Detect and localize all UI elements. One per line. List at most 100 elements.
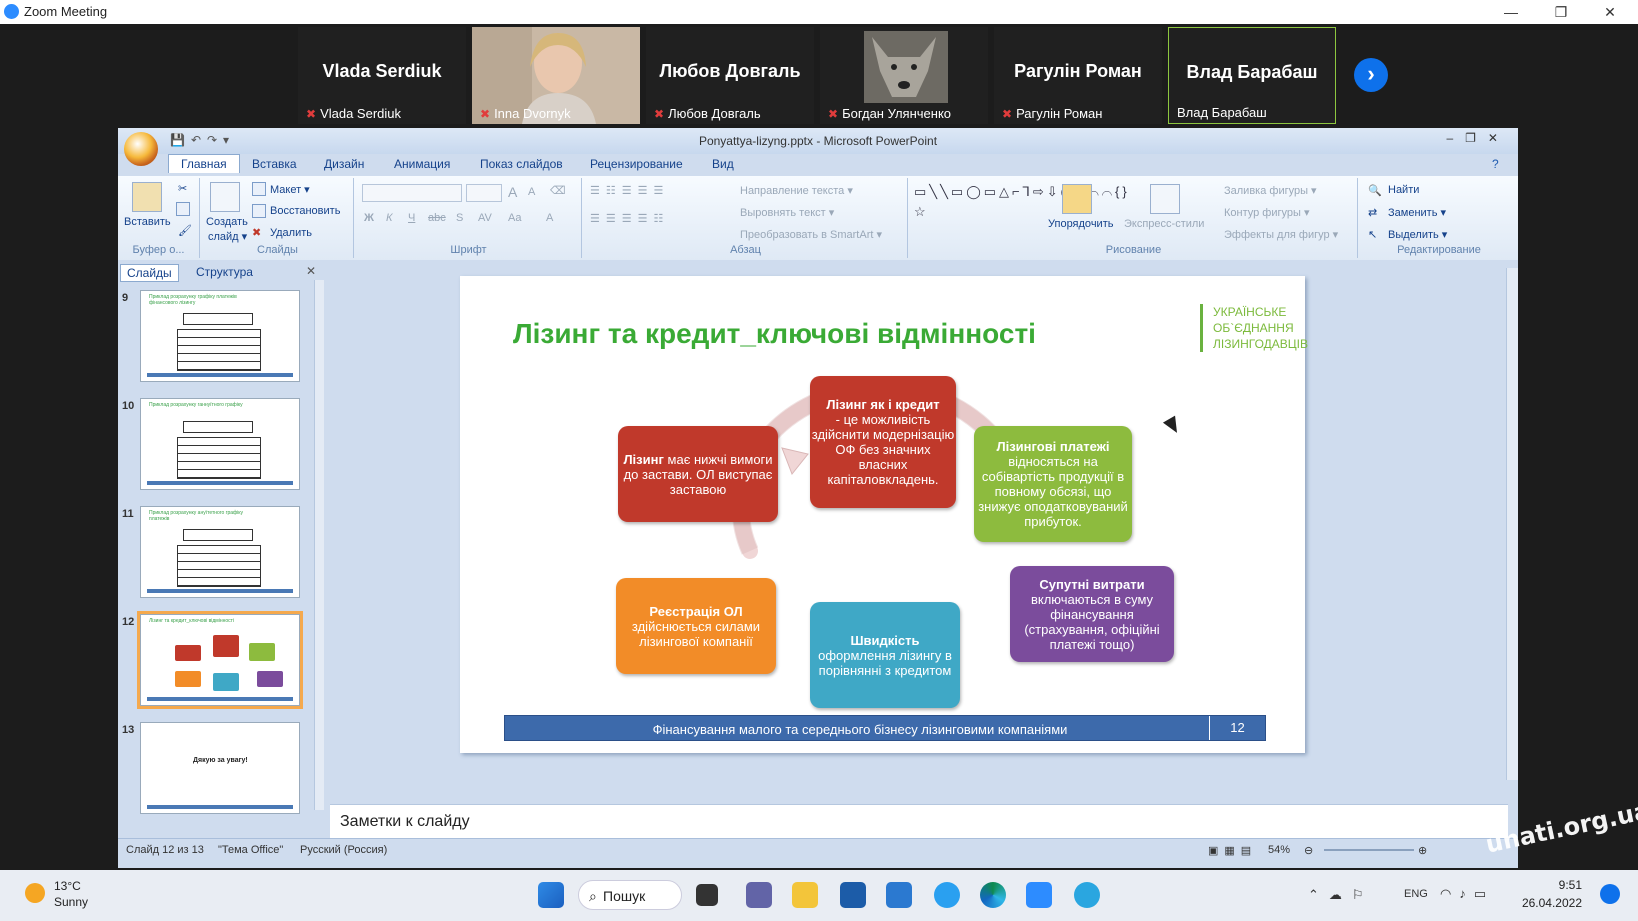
box-leasing-payments: Лізингові платежі відносяться на собіварт… (974, 426, 1132, 542)
app-icon[interactable] (886, 882, 912, 908)
zoom-slider[interactable] (1324, 849, 1414, 851)
list-buttons[interactable]: ☰☷☰☰☰ (590, 184, 669, 197)
tab-slides[interactable]: Слайды (120, 264, 179, 282)
tab-animation[interactable]: Анимация (394, 157, 450, 171)
shrink-font-icon[interactable]: A (528, 186, 535, 198)
new-slide-dropdown[interactable]: слайд ▾ (208, 230, 247, 243)
paste-icon[interactable] (132, 182, 162, 212)
slide-thumbnail[interactable]: Приклад розрахунку ганнуїтного графіку (140, 398, 300, 490)
file-explorer-icon[interactable] (792, 882, 818, 908)
arrange-icon[interactable] (1062, 184, 1092, 214)
spacing-button[interactable]: AV (478, 212, 492, 224)
participant-tile[interactable]: Vlada Serdiuk ✖ Vlada Serdiuk (298, 27, 466, 124)
participant-tile[interactable]: Рагулін Роман ✖ Рагулін Роман (994, 27, 1162, 124)
shadow-button[interactable]: S (456, 212, 463, 224)
quick-styles-icon[interactable] (1150, 184, 1180, 214)
find-button[interactable]: Найти (1388, 184, 1419, 196)
slide-thumbnail-selected[interactable]: Лізинг та кредит_ключові відмінності (137, 611, 303, 709)
tab-review[interactable]: Рецензирование (590, 157, 683, 171)
italic-button[interactable]: К (386, 212, 392, 224)
quick-styles-button[interactable]: Экспресс-стили (1124, 218, 1204, 230)
strike-button[interactable]: abc (428, 212, 446, 224)
status-theme: "Тема Office" (218, 844, 284, 856)
layout-button[interactable]: Макет ▾ (270, 183, 310, 196)
shape-fill-button[interactable]: Заливка фигуры ▾ (1224, 184, 1317, 197)
zoom-level[interactable]: 54% (1268, 844, 1290, 856)
arrange-button[interactable]: Упорядочить (1048, 218, 1113, 230)
shape-effects-button[interactable]: Эффекты для фигур ▾ (1224, 228, 1338, 241)
slide-thumbnail[interactable]: Приклад розрахунку ануїтетного графіку п… (140, 506, 300, 598)
task-view-icon[interactable] (696, 884, 718, 906)
store-icon[interactable] (840, 882, 866, 908)
slide-thumbnail[interactable]: Дякую за увагу! (140, 722, 300, 814)
tab-view[interactable]: Вид (712, 157, 734, 171)
align-text-button[interactable]: Выровнять текст ▾ (740, 206, 834, 219)
office-button-icon[interactable] (124, 132, 158, 166)
smartart-button[interactable]: Преобразовать в SmartArt ▾ (740, 228, 882, 241)
zoom-in-icon[interactable]: ⊕ (1418, 844, 1427, 857)
bold-button[interactable]: Ж (364, 212, 374, 224)
help-icon[interactable]: ? (1492, 157, 1499, 171)
participant-label: ✖ Vlada Serdiuk (306, 106, 402, 121)
tab-design[interactable]: Дизайн (324, 157, 364, 171)
teams-chat-icon[interactable] (746, 882, 772, 908)
underline-button[interactable]: Ч (408, 212, 415, 224)
participant-tile[interactable]: Любов Довгаль ✖ Любов Довгаль (646, 27, 814, 124)
input-language[interactable]: ENG (1404, 888, 1428, 900)
participant-tile[interactable]: ✖ Inna Dvornyk (472, 27, 640, 124)
quick-access-toolbar[interactable]: 💾↶↷▾ (170, 133, 235, 147)
slide-scrollbar[interactable] (1506, 268, 1518, 780)
system-tray[interactable]: ⌃☁⚐ (1308, 887, 1374, 903)
tab-home[interactable]: Главная (168, 154, 240, 173)
minimize-button[interactable]: — (1493, 2, 1529, 22)
network-sound-battery-icons[interactable]: ◠♪▭ (1440, 886, 1494, 902)
weather-widget[interactable]: 13°C Sunny (54, 878, 88, 910)
shapes-gallery[interactable]: ▭╲╲▭◯▭△⌐⅂⇨⇩◯⤷⌒⌒{}☆ (914, 182, 1127, 222)
telegram-like-icon[interactable] (934, 882, 960, 908)
replace-button[interactable]: Заменить ▾ (1388, 206, 1446, 219)
tab-outline[interactable]: Структура (190, 264, 259, 280)
new-slide-icon[interactable] (210, 182, 240, 212)
font-size-select[interactable] (466, 184, 502, 202)
font-color-icon[interactable]: A (546, 212, 553, 224)
shape-outline-button[interactable]: Контур фигуры ▾ (1224, 206, 1310, 219)
participant-tile-active-speaker[interactable]: Влад Барабаш Влад Барабаш (1168, 27, 1336, 124)
edge-browser-icon[interactable] (980, 882, 1006, 908)
tab-insert[interactable]: Вставка (252, 157, 297, 171)
view-buttons[interactable]: ▣▦▤ (1208, 844, 1257, 857)
group-label: Буфер о... (132, 244, 185, 256)
select-button[interactable]: Выделить ▾ (1388, 228, 1447, 241)
weather-sun-icon[interactable] (25, 883, 45, 903)
panel-scrollbar[interactable] (314, 280, 324, 810)
slide-canvas[interactable]: Лізинг та кредит_ключові відмінності УКР… (460, 276, 1308, 753)
new-slide-button[interactable]: Создать (206, 216, 248, 228)
close-panel-icon[interactable]: ✕ (306, 264, 316, 278)
participant-label: ✖ Inna Dvornyk (480, 106, 571, 121)
reset-button[interactable]: Восстановить (270, 205, 340, 217)
copy-icon[interactable] (176, 202, 190, 216)
participant-tile[interactable]: ✖ Богдан Улянченко (820, 27, 988, 124)
next-page-arrow-icon[interactable]: › (1354, 58, 1388, 92)
windows-start-icon[interactable] (538, 882, 564, 908)
zoom-taskbar-icon[interactable] (1026, 882, 1052, 908)
taskbar-search[interactable]: ⌕ Пошук (578, 880, 682, 910)
case-button[interactable]: Aa (508, 212, 521, 224)
tab-slideshow[interactable]: Показ слайдов (480, 157, 563, 171)
zoom-out-icon[interactable]: ⊖ (1304, 844, 1313, 857)
text-direction-button[interactable]: Направление текста ▾ (740, 184, 853, 197)
clear-format-icon[interactable]: ⌫ (550, 184, 566, 197)
align-buttons[interactable]: ☰☰☰☰☷ (590, 212, 669, 225)
grow-font-icon[interactable]: A (508, 184, 517, 200)
restore-button[interactable]: ❐ (1543, 2, 1579, 22)
status-language[interactable]: Русский (Россия) (300, 844, 387, 856)
slide-thumbnail[interactable]: Приклад розрахунку графіку платежів фіна… (140, 290, 300, 382)
close-button[interactable]: ✕ (1592, 2, 1628, 22)
format-painter-icon[interactable]: 🖌 (178, 224, 192, 237)
notes-pane[interactable]: Заметки к слайду (330, 804, 1508, 838)
delete-button[interactable]: Удалить (270, 227, 312, 239)
telegram-icon[interactable] (1074, 882, 1100, 908)
ppt-window-controls[interactable]: –❐✕ (1447, 131, 1511, 145)
font-family-select[interactable] (362, 184, 462, 202)
cut-icon[interactable]: ✂ (178, 182, 187, 195)
paste-button[interactable]: Вставить (124, 216, 171, 228)
